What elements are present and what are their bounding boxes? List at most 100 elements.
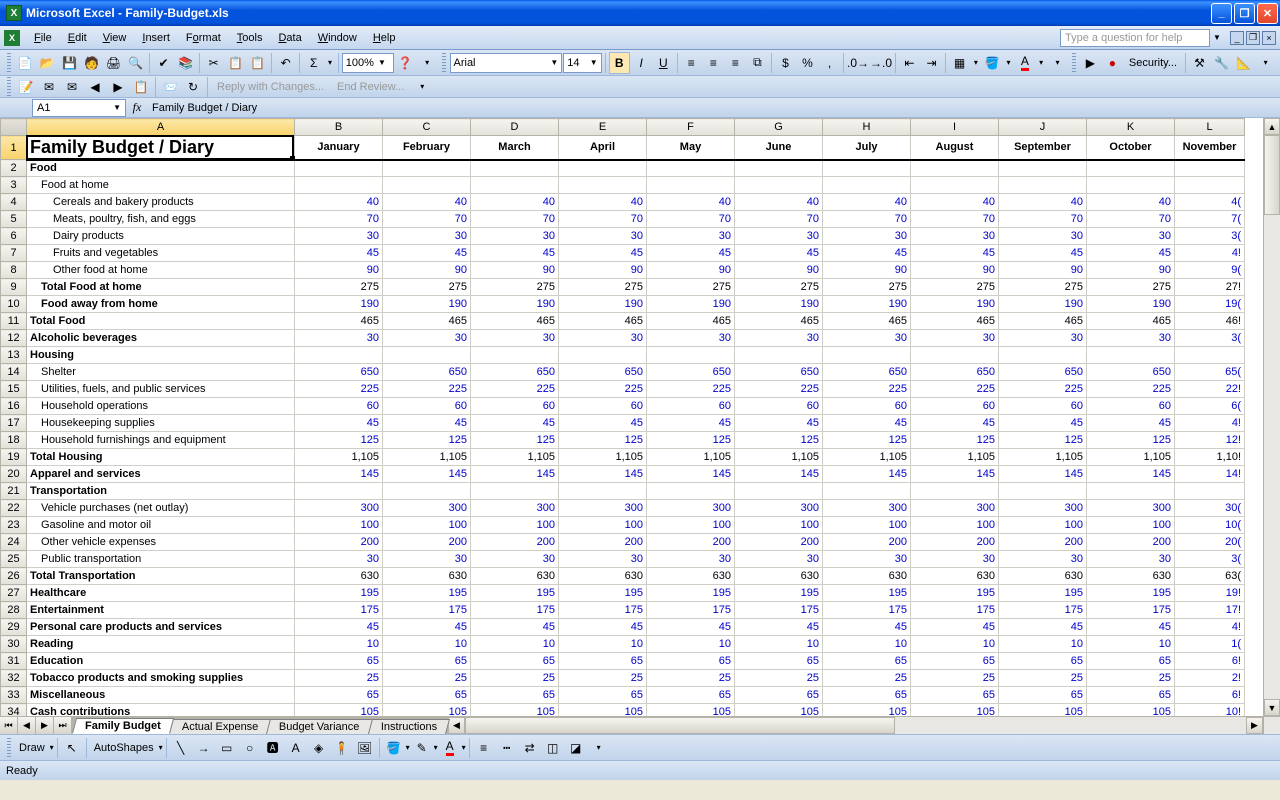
cell[interactable]: 200 (295, 534, 383, 551)
cell[interactable]: Public transportation (27, 551, 295, 568)
cell[interactable] (471, 347, 559, 364)
cell[interactable]: 175 (735, 602, 823, 619)
row-header[interactable]: 28 (1, 602, 27, 619)
cell[interactable]: 45 (735, 245, 823, 262)
cell[interactable]: 2! (1175, 670, 1245, 687)
col-header[interactable]: D (471, 119, 559, 136)
cell[interactable]: 30 (559, 551, 647, 568)
cell[interactable] (383, 483, 471, 500)
cell[interactable] (1087, 160, 1175, 177)
cell[interactable]: 225 (911, 381, 999, 398)
cell[interactable]: 90 (823, 262, 911, 279)
copy-button[interactable]: 📋 (225, 52, 246, 74)
cell[interactable]: 125 (647, 432, 735, 449)
cell[interactable]: 200 (383, 534, 471, 551)
increase-decimal-button[interactable]: .0→ (847, 52, 869, 74)
cell[interactable]: 465 (911, 313, 999, 330)
cell[interactable]: 65 (471, 653, 559, 670)
cell[interactable]: 65 (295, 653, 383, 670)
cell[interactable]: 190 (911, 296, 999, 313)
align-left-button[interactable]: ≡ (681, 52, 702, 74)
cell[interactable]: 125 (735, 432, 823, 449)
help-dropdown[interactable]: ▼ (1210, 27, 1224, 49)
cell[interactable]: 3( (1175, 330, 1245, 347)
update-button[interactable]: ↻ (182, 76, 204, 98)
toolbar-options[interactable]: ▾ (1047, 52, 1068, 74)
shadow-button[interactable]: ◫ (542, 737, 564, 759)
cell[interactable]: 4( (1175, 194, 1245, 211)
scroll-left-button[interactable]: ◀ (448, 717, 465, 734)
cell[interactable]: 65 (559, 687, 647, 704)
cell[interactable]: 45 (911, 619, 999, 636)
cell[interactable]: 275 (823, 279, 911, 296)
send-button[interactable]: 📨 (159, 76, 181, 98)
cell[interactable]: 70 (823, 211, 911, 228)
cell[interactable]: 25 (999, 670, 1087, 687)
cell[interactable]: 40 (735, 194, 823, 211)
cell[interactable]: 65 (471, 687, 559, 704)
cell[interactable]: 145 (647, 466, 735, 483)
cell[interactable]: 195 (647, 585, 735, 602)
arrow-button[interactable]: → (193, 737, 215, 759)
cell[interactable]: 45 (735, 619, 823, 636)
cell[interactable]: 65 (295, 687, 383, 704)
cell[interactable]: 300 (647, 500, 735, 517)
cell[interactable] (823, 347, 911, 364)
cell[interactable]: 65 (999, 687, 1087, 704)
cell[interactable]: 30 (911, 551, 999, 568)
picture-button[interactable]: 🖼 (354, 737, 376, 759)
row-header[interactable]: 6 (1, 228, 27, 245)
cell[interactable]: 195 (295, 585, 383, 602)
cell[interactable]: 70 (295, 211, 383, 228)
cell[interactable]: 465 (471, 313, 559, 330)
cell[interactable]: 60 (647, 398, 735, 415)
autoshapes-menu[interactable]: AutoShapes (90, 742, 158, 754)
cell[interactable]: 30 (383, 551, 471, 568)
cell[interactable]: 45 (999, 415, 1087, 432)
close-button[interactable]: ✕ (1257, 3, 1278, 24)
cell[interactable]: 10 (1087, 636, 1175, 653)
cell[interactable]: 195 (823, 585, 911, 602)
cell[interactable]: 630 (559, 568, 647, 585)
cell[interactable]: 105 (999, 704, 1087, 717)
cell[interactable]: 25 (295, 670, 383, 687)
cell[interactable]: 30 (295, 228, 383, 245)
wordart-button[interactable]: A (285, 737, 307, 759)
decrease-indent-button[interactable]: ⇤ (899, 52, 920, 74)
cell[interactable]: 60 (471, 398, 559, 415)
col-header[interactable]: J (999, 119, 1087, 136)
borders-dropdown[interactable]: ▾ (971, 52, 981, 74)
cell[interactable]: 650 (383, 364, 471, 381)
cell[interactable]: 10 (999, 636, 1087, 653)
cell[interactable]: 30 (1087, 228, 1175, 245)
scroll-thumb[interactable] (1264, 135, 1280, 215)
sheet-table[interactable]: ABCDEFGHIJKL1Family Budget / DiaryJanuar… (0, 118, 1245, 716)
cell[interactable]: 175 (295, 602, 383, 619)
cell[interactable]: 630 (911, 568, 999, 585)
cell[interactable]: 30 (383, 330, 471, 347)
cell[interactable]: Total Food at home (27, 279, 295, 296)
cell[interactable]: 10 (735, 636, 823, 653)
clipart-button[interactable]: 🧍 (331, 737, 353, 759)
cell[interactable]: 175 (559, 602, 647, 619)
cell[interactable] (999, 160, 1087, 177)
col-header[interactable]: A (27, 119, 295, 136)
cell[interactable]: 650 (559, 364, 647, 381)
cell[interactable]: 630 (295, 568, 383, 585)
cell[interactable]: 145 (295, 466, 383, 483)
cell[interactable]: Other food at home (27, 262, 295, 279)
cell[interactable]: 200 (735, 534, 823, 551)
cell[interactable]: 30 (471, 330, 559, 347)
cell[interactable]: 275 (735, 279, 823, 296)
cell[interactable]: 100 (735, 517, 823, 534)
track-changes-button[interactable]: 📋 (130, 76, 152, 98)
cell[interactable]: 45 (383, 619, 471, 636)
cell[interactable]: 465 (295, 313, 383, 330)
cell[interactable]: 45 (559, 619, 647, 636)
cell[interactable]: 275 (911, 279, 999, 296)
scroll-up-button[interactable]: ▲ (1264, 118, 1280, 135)
permission-button[interactable]: 🧑 (81, 52, 102, 74)
cell[interactable]: 1,105 (295, 449, 383, 466)
cell[interactable] (1175, 177, 1245, 194)
cell[interactable]: 300 (559, 500, 647, 517)
